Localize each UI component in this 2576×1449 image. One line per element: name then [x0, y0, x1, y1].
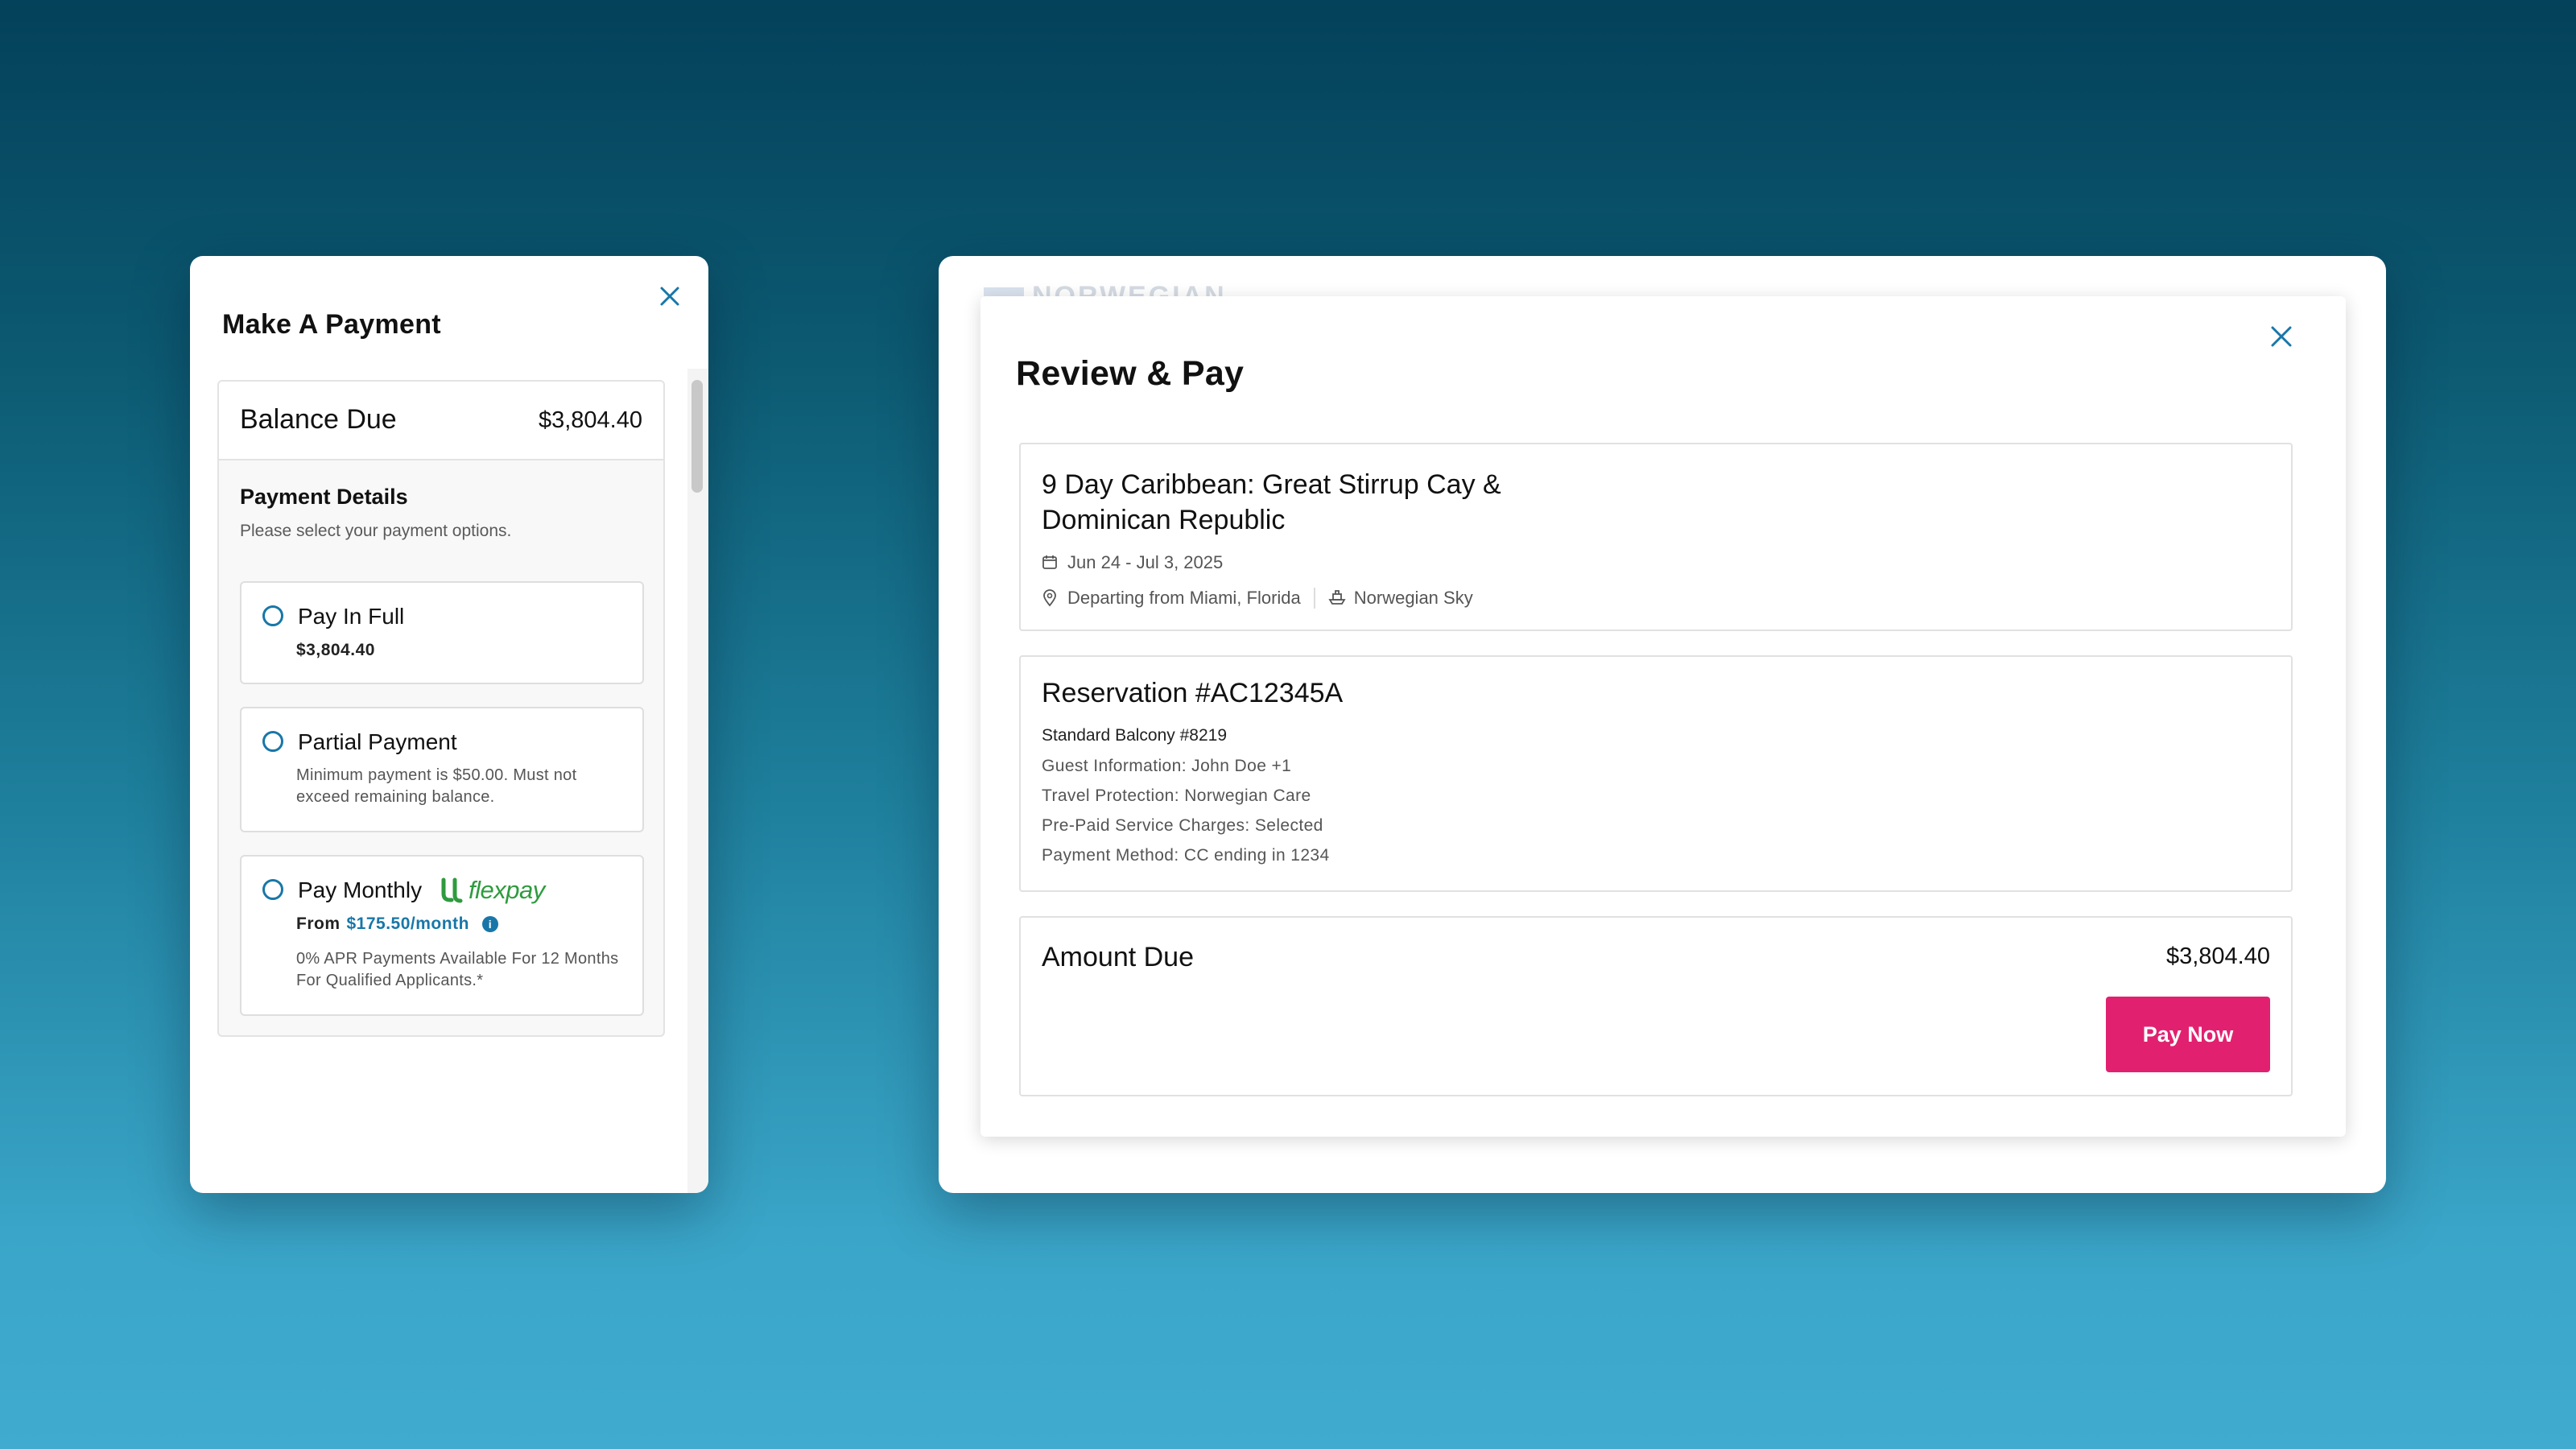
option-label: Pay Monthly	[298, 877, 423, 902]
meta-divider	[1313, 588, 1315, 609]
review-modal-title: Review & Pay	[1016, 354, 1245, 393]
amount-due-value: $3,804.40	[2165, 943, 2270, 969]
trip-summary-card: 9 Day Caribbean: Great Stirrup Cay & Dom…	[1019, 443, 2293, 631]
monthly-from-line: From $175.50/month i	[296, 914, 498, 934]
trip-departure-row: Departing from Miami, Florida Norwegian …	[1042, 588, 1473, 609]
calendar-icon	[1042, 554, 1059, 572]
payment-panel: Balance Due $3,804.40 Payment Details Pl…	[217, 380, 665, 1037]
close-icon	[2271, 326, 2292, 347]
monthly-from-amount: $175.50/month	[346, 914, 469, 933]
option-amount: $3,804.40	[296, 641, 375, 659]
review-pay-modal: Review & Pay 9 Day Caribbean: Great Stir…	[980, 296, 2346, 1137]
make-payment-modal: Make A Payment Balance Due $3,804.40 Pay…	[190, 256, 708, 1193]
radio-pay-in-full[interactable]	[262, 605, 283, 626]
trip-departure: Departing from Miami, Florida	[1067, 588, 1301, 608]
close-payment-button[interactable]	[647, 274, 692, 319]
option-note: 0% APR Payments Available For 12 Months …	[296, 950, 619, 989]
close-review-button[interactable]	[2259, 314, 2304, 359]
location-pin-icon	[1042, 589, 1059, 607]
flexpay-logo-icon	[441, 877, 463, 903]
balance-due-row: Balance Due $3,804.40	[219, 382, 663, 460]
radio-partial-payment[interactable]	[262, 731, 283, 752]
trip-ship: Norwegian Sky	[1353, 588, 1473, 608]
trip-dates-row: Jun 24 - Jul 3, 2025	[1042, 552, 1223, 573]
payment-details-subtitle: Please select your payment options.	[240, 522, 512, 540]
payment-modal-title: Make A Payment	[222, 309, 441, 340]
reservation-guest-info: Guest Information: John Doe +1	[1042, 757, 1292, 775]
option-label: Partial Payment	[298, 729, 457, 754]
amount-due-card: Amount Due $3,804.40 Pay Now	[1019, 916, 2293, 1096]
close-icon	[660, 287, 679, 306]
reservation-card: Reservation #AC12345A Standard Balcony #…	[1019, 655, 2293, 892]
option-pay-in-full[interactable]: Pay In Full $3,804.40	[240, 581, 644, 684]
pay-now-button[interactable]: Pay Now	[2106, 997, 2270, 1072]
reservation-service-charges: Pre-Paid Service Charges: Selected	[1042, 816, 1323, 835]
payment-details-heading: Payment Details	[240, 485, 408, 509]
option-partial-payment[interactable]: Partial Payment Minimum payment is $50.0…	[240, 707, 644, 832]
balance-due-label: Balance Due	[240, 404, 397, 435]
trip-dates: Jun 24 - Jul 3, 2025	[1067, 552, 1224, 572]
reservation-payment-method: Payment Method: CC ending in 1234	[1042, 846, 1330, 865]
option-pay-monthly[interactable]: Pay Monthly flexpay From $175.50/month i…	[240, 855, 644, 1016]
option-note: Minimum payment is $50.00. Must not exce…	[296, 766, 577, 806]
flexpay-logo: flexpay	[441, 874, 545, 906]
balance-due-amount: $3,804.40	[538, 407, 642, 433]
review-pay-screen: NORWEGIAN Review & Pay 9 Day Caribbean: …	[939, 256, 2386, 1193]
reservation-title: Reservation #AC12345A	[1042, 678, 1344, 708]
reservation-travel-protection: Travel Protection: Norwegian Care	[1042, 786, 1311, 805]
amount-due-label: Amount Due	[1042, 942, 1194, 972]
info-icon[interactable]: i	[481, 916, 498, 932]
trip-title: 9 Day Caribbean: Great Stirrup Cay & Dom…	[1042, 469, 1501, 535]
reservation-cabin: Standard Balcony #8219	[1042, 726, 1228, 745]
flexpay-brand-text: flexpay	[469, 876, 545, 904]
monthly-from-label: From	[296, 914, 341, 933]
option-label: Pay In Full	[298, 604, 405, 629]
scrollbar-thumb[interactable]	[691, 380, 703, 493]
ship-icon	[1328, 589, 1346, 607]
radio-pay-monthly[interactable]	[262, 879, 283, 900]
